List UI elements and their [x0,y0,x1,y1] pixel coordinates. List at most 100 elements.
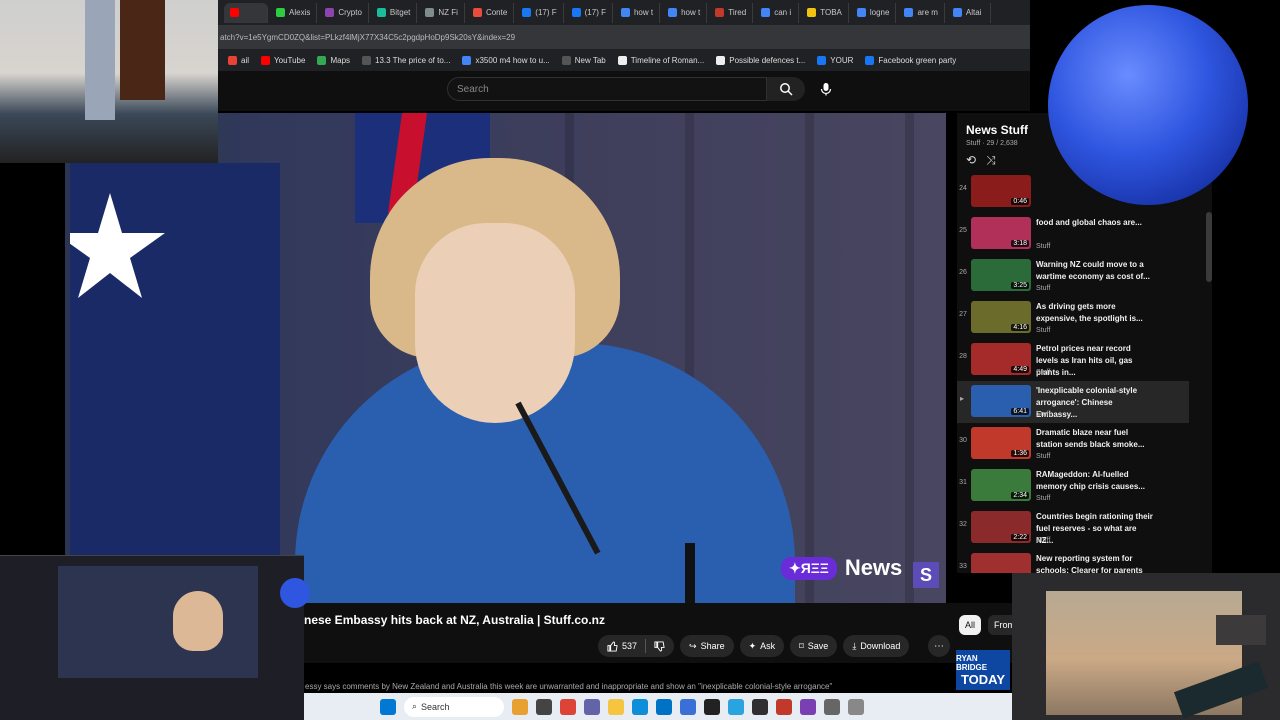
playlist-item[interactable]: 28 4:49 Petrol prices near record levels a… [957,339,1189,381]
bookmark-item[interactable]: Maps [317,55,351,65]
playlist-item[interactable]: 6:41 'Inexplicable colonial-style arrogan… [957,381,1189,423]
chip-all[interactable]: All [959,615,982,635]
address-bar[interactable]: atch?v=1e5YgmCD0ZQ&list=PLkzf4lMjX77X34C… [218,25,1030,49]
tab-label: Bitget [389,8,411,17]
search-input[interactable]: Search [447,77,767,101]
taskbar-app-gray-icon[interactable] [848,698,864,715]
thumbs-down-icon[interactable] [654,640,665,652]
browser-tab[interactable]: are m [898,2,945,23]
loop-icon[interactable]: ⟲ [966,153,976,168]
taskbar-start-icon[interactable] [380,698,396,715]
taskbar-obs-icon[interactable] [752,698,768,715]
tab-label: how t [633,8,654,17]
playlist-item[interactable]: 27 4:16 As driving gets more expensive, th… [957,297,1189,339]
more-actions-button[interactable]: ⋯ [928,635,950,657]
browser-tab[interactable]: Bitget [371,2,418,23]
taskbar-app-purple-icon[interactable] [800,698,816,715]
share-button[interactable]: ↪ Share [680,635,734,657]
bookmark-item[interactable]: YouTube [261,55,305,65]
obs-preview-face [173,591,223,651]
browser-tab[interactable]: (17) F [566,2,613,23]
webcam-door [120,0,165,100]
browser-tab[interactable]: Crypto [319,2,369,23]
browser-tab[interactable]: NZ Fi [419,2,465,23]
bookmark-item[interactable]: x3500 m4 how to u... [462,55,550,65]
playlist-item[interactable]: 32 2:22 Countries begin rationing their fu… [957,507,1189,549]
browser-tab[interactable]: can i [755,2,800,23]
taskbar-chrome-icon[interactable] [560,698,576,715]
bookmark-item[interactable]: Possible defences t... [716,55,805,65]
playlist-item-index: 27 [959,311,967,318]
like-button[interactable]: 537 [598,635,675,657]
playlist-scrollbar[interactable] [1206,212,1212,282]
curtain-fold [905,113,914,603]
playlist-item[interactable]: 25 3:18 food and global chaos are... Stuff [957,213,1189,255]
download-button[interactable]: ⤓ Download [843,635,910,657]
playlist-item-thumbnail: 2:34 [971,469,1031,501]
browser-tab[interactable]: Altai [947,2,991,23]
search-button[interactable] [767,77,805,101]
taskbar-telegram-icon[interactable] [728,698,744,715]
browser-tab[interactable]: Conte [467,2,515,23]
browser-tab[interactable]: Alexis [270,2,318,23]
tab-label: Alexis [289,8,311,17]
playlist-title[interactable]: News Stuff [966,123,1028,137]
tab-favicon-icon [425,8,435,17]
taskbar-search[interactable]: ⌕ Search [404,696,504,717]
bookmark-item[interactable]: 13.3 The price of to... [362,55,450,65]
taskbar-teams-icon[interactable] [584,698,600,715]
bookmark-item[interactable]: Facebook green party [865,55,956,65]
playlist-item-thumbnail: 2:22 [971,511,1031,543]
bookmark-favicon-icon [261,55,271,65]
bookmark-item[interactable]: New Tab [561,55,606,65]
video-player[interactable]: ✦ЯΞΞ News S [65,113,946,603]
voice-search-button[interactable] [814,77,838,101]
video-description[interactable]: essy says comments by New Zealand and Au… [305,682,1005,691]
browser-tab[interactable]: TOBA [801,2,849,23]
bookmark-item[interactable]: Timeline of Roman... [617,55,704,65]
taskbar-task-view-icon[interactable] [536,698,552,715]
bookmark-label: Maps [330,55,351,65]
playlist-item[interactable]: 31 2:34 RAMageddon: AI-fuelled memory chip… [957,465,1189,507]
taskbar-edge-icon[interactable] [632,698,648,715]
tab-label: are m [917,8,938,17]
playlist-item[interactable]: 30 1:36 Dramatic blaze near fuel station s… [957,423,1189,465]
taskbar-app-red-icon[interactable] [776,698,792,715]
playlist-item[interactable]: 26 3:25 Warning NZ could move to a wartime… [957,255,1189,297]
game-view [1046,591,1269,719]
taskbar-terminal-icon[interactable] [704,698,720,715]
taskbar-explorer-icon[interactable] [608,698,624,715]
bookmark-favicon-icon [617,55,627,65]
screen: Alexis Crypto Bitget NZ Fi Conte (17) F (17) F… [0,0,1280,720]
browser-tab[interactable]: logne [851,2,897,23]
taskbar-store-icon[interactable] [680,698,696,715]
browser-tab[interactable] [224,2,268,23]
browser-tab[interactable]: how t [662,2,708,23]
bookmark-item[interactable]: ail [228,55,249,65]
promo-thumbnail[interactable]: RYAN BRIDGE TODAY [956,650,1010,690]
browser-tab[interactable]: how t [615,2,661,23]
tab-label: TOBA [820,8,842,17]
obs-window[interactable] [0,555,310,720]
playlist-item-channel: Stuff [1036,411,1051,418]
tab-favicon-icon [276,8,285,17]
save-button[interactable]: ⌑ Save [790,635,838,657]
shuffle-icon[interactable]: ⤨ [986,153,996,168]
playlist-item[interactable]: 33 2:48 New reporting system for schools: … [957,549,1189,573]
playlist-item-index: 32 [959,521,967,528]
bookmark-item[interactable]: YOUR [817,55,853,65]
playlist-item-thumbnail: 4:49 [971,343,1031,375]
like-count: 537 [622,641,638,651]
browser-tab[interactable]: (17) F [516,2,564,23]
playlist-item-duration: 0:46 [1011,198,1029,205]
address-url[interactable]: atch?v=1e5YgmCD0ZQ&list=PLkzf4lMjX77X34C… [220,33,515,42]
taskbar-outlook-icon[interactable] [656,698,672,715]
browser-tab[interactable]: Tired [709,2,754,23]
playlist-item-title: As driving gets more expensive, the spot… [1036,302,1143,323]
taskbar-settings-icon[interactable] [824,698,840,715]
playlist-item-channel: Stuff [1036,369,1051,376]
taskbar-weather-icon[interactable] [512,698,528,715]
ask-button[interactable]: ✦ Ask [739,635,785,657]
bookmarks-bar: ail YouTube Maps 13.3 The price of to... x35… [218,49,1030,71]
microphone-pole [685,543,695,603]
